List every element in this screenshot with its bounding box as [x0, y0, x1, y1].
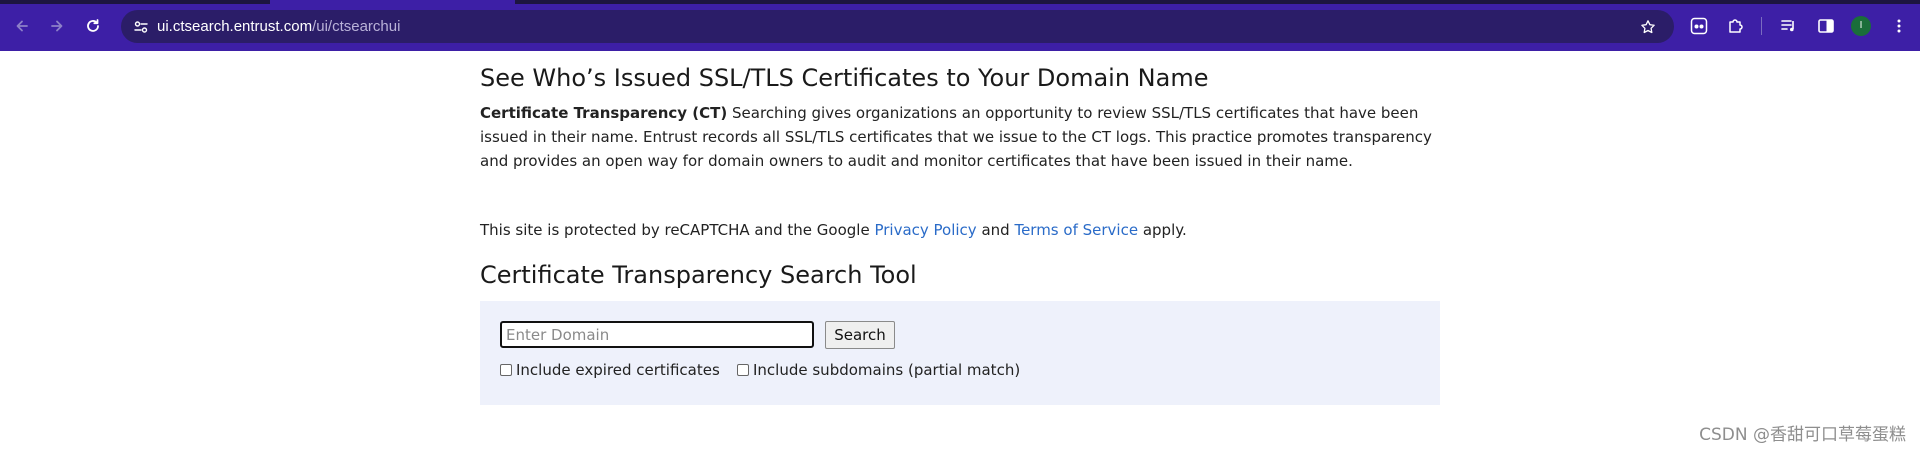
privacy-policy-link[interactable]: Privacy Policy — [874, 221, 976, 239]
include-subdomains-option[interactable]: Include subdomains (partial match) — [737, 361, 1020, 379]
reload-icon — [87, 19, 99, 32]
include-expired-label: Include expired certificates — [516, 361, 720, 379]
terms-of-service-link[interactable]: Terms of Service — [1014, 221, 1138, 239]
browser-toolbar: ui.ctsearch.entrust.com/ui/ctsearchui I — [0, 0, 1920, 51]
domain-input[interactable] — [500, 321, 814, 348]
profile-avatar[interactable]: I — [1851, 16, 1871, 36]
include-expired-checkbox[interactable] — [500, 364, 512, 376]
menu-dots-icon — [1897, 19, 1901, 33]
recaptcha-notice: This site is protected by reCAPTCHA and … — [480, 218, 1440, 242]
include-subdomains-label: Include subdomains (partial match) — [753, 361, 1021, 379]
forward-arrow-icon — [51, 20, 63, 32]
include-expired-option[interactable]: Include expired certificates — [500, 361, 720, 379]
site-info-button[interactable] — [129, 15, 153, 39]
intro-paragraph: Certificate Transparency (CT) Searching … — [480, 101, 1440, 173]
media-controls-icon — [1781, 20, 1794, 32]
side-panel-icon — [1818, 19, 1834, 33]
url-text[interactable]: ui.ctsearch.entrust.com/ui/ctsearchui — [157, 18, 400, 35]
extension-button[interactable] — [1687, 14, 1711, 38]
search-tool-title: Certificate Transparency Search Tool — [480, 261, 917, 289]
url-host: ui.ctsearch.entrust.com — [157, 18, 313, 35]
search-button[interactable]: Search — [825, 321, 895, 349]
back-button[interactable] — [10, 14, 34, 38]
csdn-watermark: CSDN @香甜可口草莓蛋糕 — [1699, 425, 1906, 445]
back-arrow-icon — [16, 20, 28, 32]
page-title: See Who’s Issued SSL/TLS Certificates to… — [480, 64, 1209, 92]
intro-bold-term: Certificate Transparency (CT) — [480, 104, 728, 122]
site-info-icon — [134, 21, 148, 33]
address-bar[interactable]: ui.ctsearch.entrust.com/ui/ctsearchui — [121, 10, 1674, 43]
search-panel: Search Include expired certificates Incl… — [480, 301, 1440, 405]
extension-ghost-icon — [1690, 17, 1708, 35]
side-panel-button[interactable] — [1814, 14, 1838, 38]
browser-menu-button[interactable] — [1887, 14, 1911, 38]
active-tab-indicator[interactable] — [270, 0, 515, 4]
include-subdomains-checkbox[interactable] — [737, 364, 749, 376]
media-controls-button[interactable] — [1777, 14, 1801, 38]
bookmark-star-icon — [1641, 20, 1655, 34]
recaptcha-and: and — [976, 221, 1015, 239]
toolbar-separator — [1761, 17, 1762, 35]
reload-button[interactable] — [81, 14, 105, 38]
recaptcha-prefix: This site is protected by reCAPTCHA and … — [480, 221, 875, 239]
url-path: /ui/ctsearchui — [312, 18, 401, 35]
bookmark-button[interactable] — [1636, 15, 1660, 39]
extensions-puzzle-icon — [1729, 19, 1743, 33]
recaptcha-suffix: apply. — [1138, 221, 1187, 239]
extensions-menu-button[interactable] — [1724, 14, 1748, 38]
forward-button[interactable] — [45, 14, 69, 38]
